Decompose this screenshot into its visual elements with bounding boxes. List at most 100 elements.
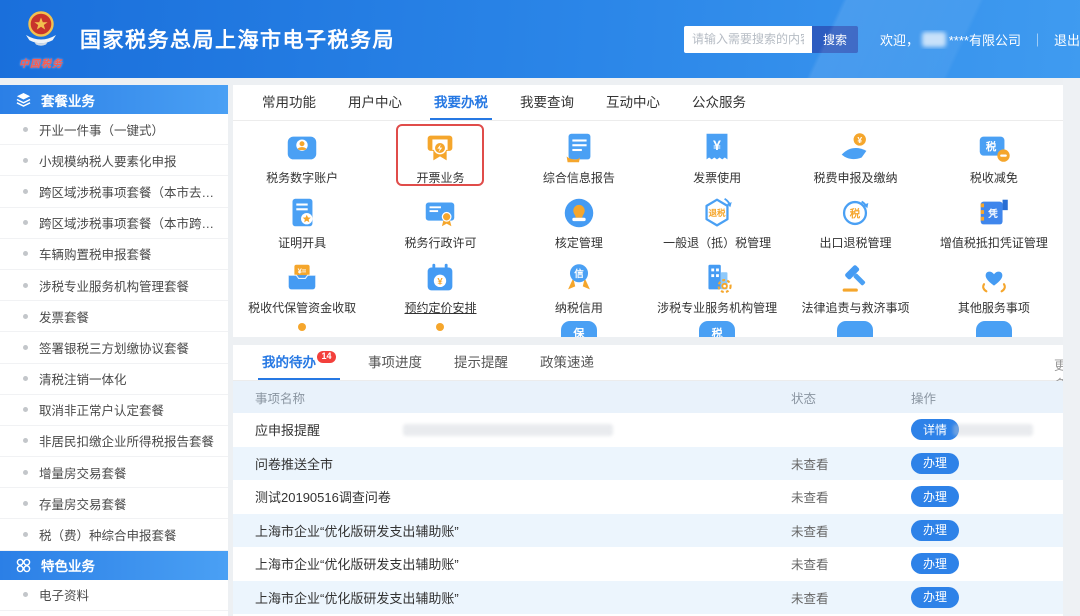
sidebar-item[interactable]: 签署银税三方划缴协议套餐	[0, 332, 228, 363]
sidebar-item[interactable]: 非居民扣缴企业所得税报告套餐	[0, 426, 228, 457]
main-tab-3[interactable]: 我要办税	[418, 85, 504, 120]
sidebar-item-label: 增量房交易套餐	[39, 463, 133, 482]
sidebar-item[interactable]: 跨区域涉税事项套餐（本市跨区）	[0, 208, 228, 239]
bullet-icon	[23, 220, 28, 225]
service-item-invoicing[interactable]: 开票业务	[371, 121, 509, 186]
service-label: 核定管理	[555, 234, 603, 251]
table-row: 上海市企业“优化版研发支出辅助账”未查看办理	[233, 514, 1063, 548]
sidebar-item[interactable]: 清税注销一体化	[0, 364, 228, 395]
todo-tab-3[interactable]: 提示提醒	[438, 345, 524, 380]
service-item-vat-voucher[interactable]: 凭增值税抵扣凭证管理	[925, 186, 1063, 251]
sidebar-item[interactable]: 车辆购置税申报套餐	[0, 239, 228, 270]
service-item-cert-issue[interactable]: 证明开具	[233, 186, 371, 251]
service-label: 发票使用	[693, 169, 741, 186]
service-item-digital-account[interactable]: 税务数字账户	[233, 121, 371, 186]
heart-hands-icon	[974, 259, 1014, 297]
todo-item-status: 未查看	[791, 521, 911, 540]
todo-action-button[interactable]: 办理	[911, 553, 959, 574]
sidebar-item[interactable]: 取消非正常户认定套餐	[0, 395, 228, 426]
service-item-invoice-use[interactable]: ¥发票使用	[648, 121, 786, 186]
sidebar-item[interactable]: 涉税专业服务机构管理套餐	[0, 270, 228, 301]
bullet-icon	[23, 251, 28, 256]
todo-tab-1[interactable]: 我的待办14	[246, 345, 352, 380]
svg-text:¥=: ¥=	[298, 266, 307, 275]
svg-text:¥: ¥	[858, 135, 863, 145]
sidebar-item[interactable]: 发票套餐	[0, 301, 228, 332]
custody-funds-icon: ¥=	[282, 259, 322, 297]
declare-pay-icon: ¥	[835, 129, 875, 167]
sidebar-item-label: 存量房交易套餐	[39, 494, 133, 513]
todo-action-button[interactable]: 详情	[911, 419, 959, 440]
service-item-agency-manage[interactable]: 涉税专业服务机构管理	[648, 251, 786, 316]
sidebar-item[interactable]: 跨区域涉税事项套餐（本市去外…	[0, 176, 228, 207]
svg-text:退税: 退税	[709, 207, 727, 218]
sidebar-item[interactable]: 存量房交易套餐	[0, 488, 228, 519]
todo-item-status: 未查看	[791, 487, 911, 506]
service-item-legal-gavel[interactable]: 法律追责与救济事项	[786, 251, 924, 316]
logout-link[interactable]: 退出	[1054, 30, 1080, 49]
apa-calendar-icon: ¥	[420, 259, 460, 297]
service-item-general-refund[interactable]: 退税一般退（抵）税管理	[648, 186, 786, 251]
service-item-info-report[interactable]: 综合信息报告	[510, 121, 648, 186]
service-item-clipped[interactable]	[786, 316, 924, 337]
tax-bureau-logo: 中国税务	[12, 9, 70, 70]
todo-tab-4[interactable]: 政策速递	[524, 345, 610, 380]
logo-caption: 中国税务	[12, 55, 70, 70]
export-refund-icon: 税	[835, 194, 875, 232]
sidebar-item[interactable]: 税（费）种综合申报套餐	[0, 519, 228, 550]
service-item-apa-calendar[interactable]: ¥预约定价安排	[371, 251, 509, 316]
service-item-clipped[interactable]	[925, 316, 1063, 337]
app-header: 中国税务 国家税务总局上海市电子税务局 搜索 欢迎，****有限公司｜退出	[0, 0, 1080, 78]
service-label: 一般退（抵）税管理	[663, 234, 771, 251]
todo-tab-2[interactable]: 事项进度	[352, 345, 438, 380]
partial-service-icon	[298, 323, 306, 331]
service-item-tax-relief[interactable]: 税税收减免	[925, 121, 1063, 186]
service-grid: 税务数字账户开票业务综合信息报告¥发票使用¥税费申报及缴纳税税收减免证明开具税务…	[233, 121, 1063, 316]
service-item-clipped[interactable]	[371, 316, 509, 337]
admin-license-icon	[420, 194, 460, 232]
todo-action-button[interactable]: 办理	[911, 520, 959, 541]
svg-text:信: 信	[574, 268, 584, 280]
service-item-tax-credit[interactable]: 信纳税信用	[510, 251, 648, 316]
assess-manage-icon	[559, 194, 599, 232]
search-button[interactable]: 搜索	[812, 26, 858, 53]
bullet-icon	[23, 407, 28, 412]
todo-action-button[interactable]: 办理	[911, 587, 959, 608]
todo-action-button[interactable]: 办理	[911, 486, 959, 507]
service-item-custody-funds[interactable]: ¥=税收代保管资金收取	[233, 251, 371, 316]
main-tab-bar: 常用功能用户中心我要办税我要查询互动中心公众服务	[233, 85, 1063, 121]
sidebar-item-label: 税（费）种综合申报套餐	[39, 525, 183, 544]
main-tab-6[interactable]: 公众服务	[676, 85, 762, 120]
service-item-assess-manage[interactable]: 核定管理	[510, 186, 648, 251]
sidebar-item[interactable]: 开业一件事（一键式）	[0, 114, 228, 145]
sidebar-item[interactable]: 增量房交易套餐	[0, 457, 228, 488]
main-tab-5[interactable]: 互动中心	[590, 85, 676, 120]
service-item-clipped[interactable]: 保	[510, 316, 648, 337]
service-item-heart-hands[interactable]: 其他服务事项	[925, 251, 1063, 316]
service-item-admin-license[interactable]: 税务行政许可	[371, 186, 509, 251]
sidebar-item[interactable]: 小规模纳税人要素化申报	[0, 145, 228, 176]
cert-issue-icon	[282, 194, 322, 232]
service-label: 综合信息报告	[543, 169, 615, 186]
partial-service-icon	[436, 323, 444, 331]
svg-text:税: 税	[850, 207, 861, 220]
main-tab-2[interactable]: 用户中心	[332, 85, 418, 120]
table-row: 上海市企业“优化版研发支出辅助账”未查看办理	[233, 581, 1063, 615]
table-header: 事项名称状态操作	[233, 381, 1063, 413]
service-item-export-refund[interactable]: 税出口退税管理	[786, 186, 924, 251]
sidebar-section-package[interactable]: 套餐业务	[0, 85, 228, 114]
service-item-clipped[interactable]: 税	[648, 316, 786, 337]
sidebar-item[interactable]: 电子资料	[0, 580, 228, 611]
sidebar-item-label: 跨区域涉税事项套餐（本市去外…	[39, 182, 228, 201]
sidebar-section-special[interactable]: 特色业务	[0, 551, 228, 580]
main-tab-4[interactable]: 我要查询	[504, 85, 590, 120]
service-item-declare-pay[interactable]: ¥税费申报及缴纳	[786, 121, 924, 186]
search-input[interactable]	[684, 26, 812, 53]
main-tab-1[interactable]: 常用功能	[246, 85, 332, 120]
invoicing-icon	[420, 129, 460, 167]
todo-action-button[interactable]: 办理	[911, 453, 959, 474]
todo-item-status: 未查看	[791, 588, 911, 607]
sidebar-menu: 开业一件事（一键式）小规模纳税人要素化申报跨区域涉税事项套餐（本市去外… 跨区域涉…	[0, 114, 228, 551]
service-label: 其他服务事项	[958, 299, 1030, 316]
service-item-clipped[interactable]	[233, 316, 371, 337]
